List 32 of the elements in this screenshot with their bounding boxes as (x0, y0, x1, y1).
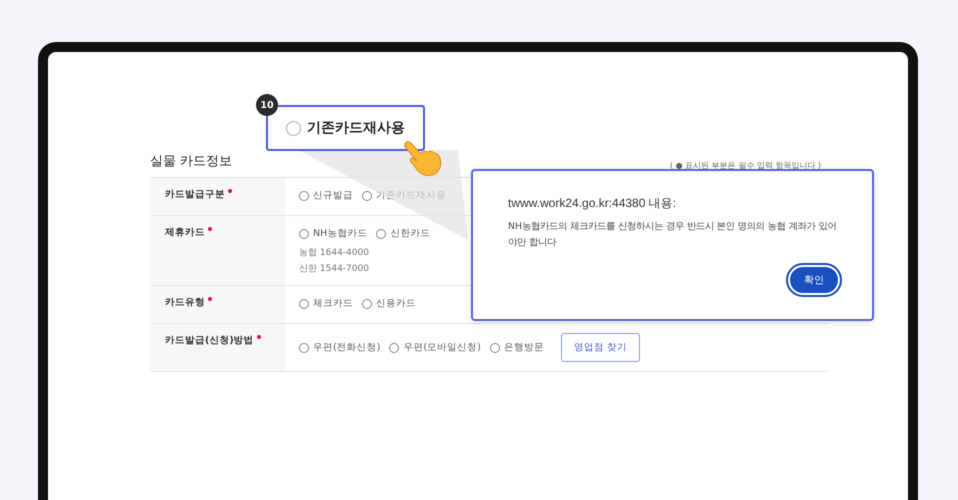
pointing-hand-icon (403, 138, 443, 178)
radio-option[interactable]: NH농협카드 (299, 227, 368, 240)
radio-icon[interactable] (299, 342, 309, 352)
find-branch-button[interactable]: 영업점 찾기 (560, 333, 640, 362)
radio-option[interactable]: 우편(전화신청) (299, 341, 380, 354)
dialog-message: NH농협카드의 체크카드를 신청하시는 경우 반드시 본인 명의의 농협 계좌가 있어야만 합니다 (508, 220, 838, 250)
step-badge: 10 (256, 94, 278, 116)
radio-icon[interactable] (362, 190, 372, 200)
radio-option[interactable]: 은행방문 (490, 341, 544, 354)
dialog-title: twww.work24.go.kr:44380 내용: (508, 195, 678, 212)
field-label: 제휴카드 (165, 226, 205, 239)
radio-icon[interactable] (376, 228, 386, 238)
radio-option[interactable]: 체크카드 (299, 297, 353, 310)
field-label: 카드유형 (165, 296, 205, 309)
radio-option[interactable]: 우편(모바일신청) (389, 341, 481, 354)
radio-icon[interactable] (362, 298, 372, 308)
radio-icon[interactable] (299, 190, 309, 200)
radio-option[interactable]: 신용카드 (362, 297, 416, 310)
radio-icon[interactable] (490, 342, 500, 352)
confirm-button[interactable]: 확인 (788, 265, 840, 295)
required-legend: ( ● 표시된 부분은 필수 입력 항목입니다 ) (670, 160, 822, 171)
radio-option[interactable]: 신규발급 (299, 189, 353, 202)
radio-option[interactable]: 신한카드 (376, 227, 430, 240)
section-title: 실물 카드정보 (150, 154, 232, 169)
radio-icon[interactable] (299, 228, 309, 238)
callout-label: 기존카드재사용 (307, 119, 405, 137)
field-label: 카드발급구분 (165, 188, 225, 201)
phone-note: 농협 1644-4000 (299, 247, 370, 259)
radio-icon[interactable] (389, 342, 400, 352)
field-label: 카드발급(신청)방법 (165, 334, 254, 347)
phone-note: 신한 1544-7000 (299, 263, 370, 275)
radio-icon[interactable] (299, 298, 309, 308)
